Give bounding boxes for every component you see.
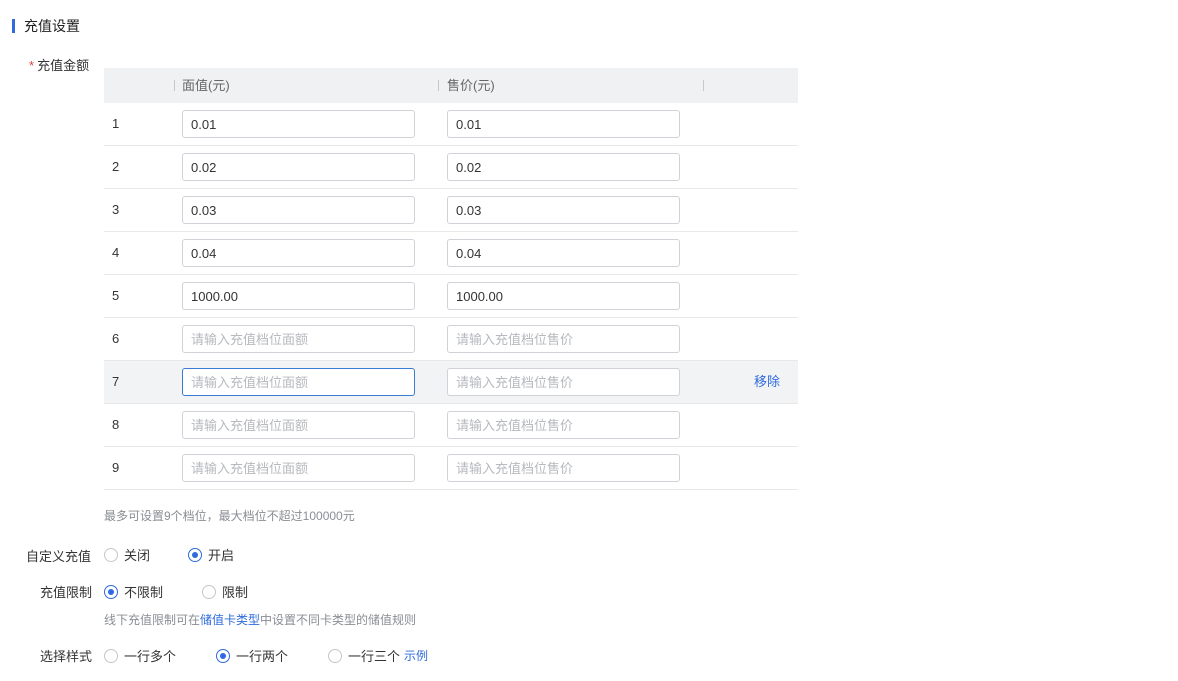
recharge-tier-table: 面值(元) 售价(元) 1 2 3 4 5 6 7 移除 8 [104,68,798,490]
face-value-input[interactable] [182,411,415,439]
tier-limit-hint: 最多可设置9个档位，最大档位不超过100000元 [104,509,355,523]
recharge-limit-label: 充值限制 [40,585,93,600]
table-row: 3 [104,189,798,232]
sale-price-input[interactable] [447,282,680,310]
radio-option-unlimited[interactable]: 不限制 [104,582,202,601]
card-type-link[interactable]: 储值卡类型 [200,613,260,627]
table-row: 6 [104,318,798,361]
sale-price-input[interactable] [447,368,680,396]
radio-circle [202,584,216,599]
sale-price-input[interactable] [447,239,680,267]
sale-price-input[interactable] [447,153,680,181]
face-value-input[interactable] [182,325,415,353]
sale-price-input[interactable] [447,196,680,224]
hint-text: 线下充值限制可在 [104,613,201,627]
amount-label-text: 充值金额 [37,58,90,73]
face-value-input[interactable] [182,153,415,181]
table-row: 9 [104,447,798,490]
radio-label: 关闭 [124,548,151,563]
radio-label: 一行三个 [348,649,401,664]
recharge-limit-radio-group: 不限制 限制 [104,582,248,601]
row-index: 1 [112,116,120,131]
row-index: 5 [112,288,120,303]
table-row: 7 移除 [104,361,798,404]
sale-price-input[interactable] [447,110,680,138]
section-accent-bar [12,19,15,33]
custom-recharge-label: 自定义充值 [26,549,92,564]
radio-option-on[interactable]: 开启 [188,545,234,564]
column-divider [703,80,704,91]
row-index: 6 [112,331,120,346]
column-header-price: 售价(元) [447,78,495,93]
style-radio-group: 一行多个 一行两个 一行三个 示例 [104,646,428,665]
row-index: 4 [112,245,120,260]
column-divider [438,80,439,91]
table-row: 5 [104,275,798,318]
required-mark: * [29,58,35,73]
radio-label: 开启 [208,548,235,563]
sale-price-input[interactable] [447,411,680,439]
radio-circle [328,648,342,663]
sale-price-input[interactable] [447,454,680,482]
radio-option-two-per-row[interactable]: 一行两个 [216,646,328,665]
face-value-input[interactable] [182,196,415,224]
section-title: 充值设置 [24,18,80,34]
row-index: 8 [112,417,120,432]
face-value-input[interactable] [182,282,415,310]
radio-circle [104,547,118,562]
radio-circle-selected [104,584,118,599]
column-divider [174,80,175,91]
radio-circle [104,648,118,663]
face-value-input[interactable] [182,110,415,138]
custom-recharge-radio-group: 关闭 开启 [104,545,234,564]
example-link[interactable]: 示例 [404,647,428,664]
table-row: 8 [104,404,798,447]
table-row: 2 [104,146,798,189]
face-value-input[interactable] [182,239,415,267]
remove-row-button[interactable]: 移除 [754,361,780,403]
amount-field-label: * 充值金额 [29,55,89,74]
row-index: 2 [112,159,120,174]
hint-text: 中设置不同卡类型的储值规则 [260,613,417,627]
radio-label: 不限制 [124,585,164,600]
column-header-face: 面值(元) [182,78,230,93]
face-value-input[interactable] [182,368,415,396]
radio-option-off[interactable]: 关闭 [104,545,188,564]
radio-circle-selected [188,547,202,562]
radio-label: 一行多个 [124,649,177,664]
row-index: 3 [112,202,120,217]
radio-option-limited[interactable]: 限制 [202,582,248,601]
radio-label: 一行两个 [236,649,289,664]
radio-option-three-per-row[interactable]: 一行三个 [328,646,400,665]
style-select-label: 选择样式 [40,649,93,664]
recharge-limit-hint: 线下充值限制可在储值卡类型中设置不同卡类型的储值规则 [104,611,416,628]
table-row: 4 [104,232,798,275]
row-index: 7 [112,374,120,389]
face-value-input[interactable] [182,454,415,482]
table-header: 面值(元) 售价(元) [104,68,798,103]
radio-option-multi-per-row[interactable]: 一行多个 [104,646,216,665]
row-index: 9 [112,460,120,475]
table-row: 1 [104,103,798,146]
sale-price-input[interactable] [447,325,680,353]
radio-label: 限制 [222,585,249,600]
section-header: 充值设置 [12,17,80,35]
radio-circle-selected [216,648,230,663]
